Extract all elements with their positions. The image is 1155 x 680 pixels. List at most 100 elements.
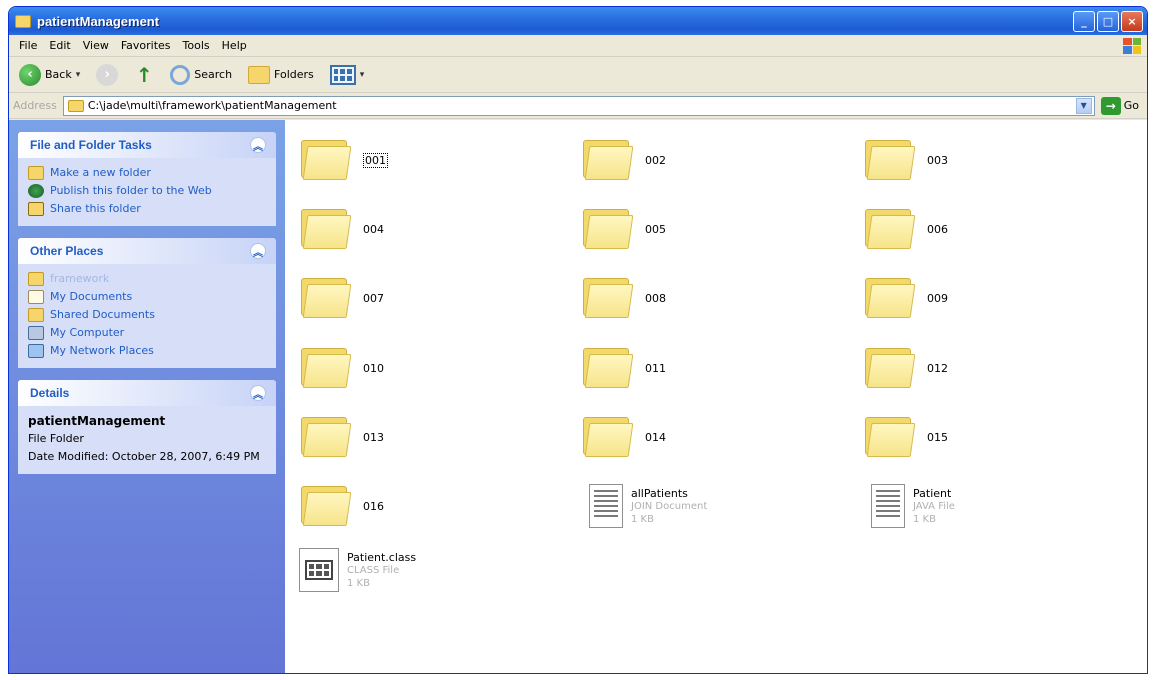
file-item[interactable]: allPatients JOIN Document 1 KB bbox=[583, 476, 843, 536]
file-type: JOIN Document bbox=[631, 500, 708, 512]
folder-label: 013 bbox=[363, 430, 384, 444]
menu-favorites[interactable]: Favorites bbox=[115, 37, 177, 54]
folder-icon bbox=[865, 417, 916, 457]
folders-button[interactable]: Folders bbox=[242, 64, 320, 86]
up-button[interactable]: ↑ bbox=[128, 62, 160, 88]
file-size: 1 KB bbox=[913, 513, 936, 525]
collapse-icon[interactable]: ︽ bbox=[250, 243, 266, 259]
folder-icon bbox=[301, 486, 352, 526]
share-folder-icon bbox=[28, 202, 44, 216]
place-shared-documents-link[interactable]: Shared Documents bbox=[28, 308, 266, 322]
folder-icon bbox=[28, 272, 44, 286]
folder-item[interactable]: 004 bbox=[301, 199, 561, 259]
menu-edit[interactable]: Edit bbox=[43, 37, 76, 54]
close-button[interactable]: × bbox=[1121, 10, 1143, 32]
place-my-computer-link[interactable]: My Computer bbox=[28, 326, 266, 340]
details-type: File Folder bbox=[28, 432, 84, 445]
back-button[interactable]: ‹ Back ▾ bbox=[13, 62, 86, 88]
details-modified: Date Modified: October 28, 2007, 6:49 PM bbox=[28, 450, 260, 463]
place-label: Shared Documents bbox=[50, 308, 155, 321]
folder-icon bbox=[301, 348, 352, 388]
folder-icon bbox=[28, 308, 44, 322]
folder-item[interactable]: 015 bbox=[865, 407, 1125, 467]
folder-label: 012 bbox=[927, 361, 948, 375]
folder-item[interactable]: 011 bbox=[583, 338, 843, 398]
chevron-down-icon[interactable]: ▾ bbox=[76, 70, 81, 80]
collapse-icon[interactable]: ︽ bbox=[250, 385, 266, 401]
minimize-button[interactable]: _ bbox=[1073, 10, 1095, 32]
maximize-button[interactable]: □ bbox=[1097, 10, 1119, 32]
folder-item[interactable]: 008 bbox=[583, 268, 843, 328]
folder-label: 014 bbox=[645, 430, 666, 444]
address-input[interactable]: C:\jade\multi\framework\patientManagemen… bbox=[62, 95, 1095, 116]
search-button[interactable]: Search bbox=[164, 63, 238, 87]
folder-icon bbox=[865, 348, 916, 388]
address-label: Address bbox=[13, 99, 57, 112]
folder-item[interactable]: 009 bbox=[865, 268, 1125, 328]
go-button[interactable]: → Go bbox=[1100, 96, 1139, 115]
publish-folder-link[interactable]: Publish this folder to the Web bbox=[28, 184, 266, 198]
forward-arrow-icon: › bbox=[96, 63, 119, 86]
folder-label: 010 bbox=[363, 361, 384, 375]
folder-icon bbox=[15, 14, 31, 28]
menu-tools[interactable]: Tools bbox=[177, 37, 216, 54]
task-pane: File and Folder Tasks ︽ Make a new folde… bbox=[9, 120, 285, 673]
title-bar[interactable]: patientManagement _ □ × bbox=[9, 7, 1147, 35]
folder-item[interactable]: 002 bbox=[583, 130, 843, 190]
folder-label: 015 bbox=[927, 430, 948, 444]
folder-item[interactable]: 006 bbox=[865, 199, 1125, 259]
folder-label: 002 bbox=[645, 153, 666, 167]
share-folder-link[interactable]: Share this folder bbox=[28, 202, 266, 216]
file-name: Patient.class bbox=[347, 550, 417, 564]
folder-icon bbox=[583, 278, 634, 318]
folder-item[interactable]: 014 bbox=[583, 407, 843, 467]
menu-view[interactable]: View bbox=[77, 37, 115, 54]
panel-header[interactable]: Details ︽ bbox=[18, 380, 276, 406]
menu-file[interactable]: File bbox=[13, 37, 43, 54]
panel-title: Details bbox=[30, 386, 70, 400]
file-item[interactable]: Patient.class CLASS File 1 KB bbox=[297, 540, 557, 600]
folder-icon bbox=[301, 278, 352, 318]
folder-label: 011 bbox=[645, 361, 666, 375]
place-label: My Documents bbox=[50, 290, 133, 303]
folder-label: 008 bbox=[645, 291, 666, 305]
folder-item[interactable]: 005 bbox=[583, 199, 843, 259]
panel-title: File and Folder Tasks bbox=[30, 138, 152, 152]
place-label: My Computer bbox=[50, 326, 125, 339]
address-bar: Address C:\jade\multi\framework\patientM… bbox=[9, 93, 1147, 119]
folder-item[interactable]: 007 bbox=[301, 268, 561, 328]
folder-icon bbox=[301, 417, 352, 457]
folder-icon bbox=[583, 140, 634, 180]
folder-label: 004 bbox=[363, 222, 384, 236]
folder-icon bbox=[301, 209, 352, 249]
folder-item[interactable]: 012 bbox=[865, 338, 1125, 398]
file-item[interactable]: Patient JAVA File 1 KB bbox=[865, 476, 1125, 536]
folder-item[interactable]: 010 bbox=[301, 338, 561, 398]
folder-item[interactable]: 001 bbox=[301, 130, 561, 190]
panel-header[interactable]: Other Places ︽ bbox=[18, 238, 276, 264]
address-dropdown-button[interactable]: ▼ bbox=[1075, 97, 1092, 114]
folder-label: 003 bbox=[927, 153, 948, 167]
folder-item[interactable]: 013 bbox=[301, 407, 561, 467]
make-new-folder-link[interactable]: Make a new folder bbox=[28, 166, 266, 180]
documents-icon bbox=[28, 290, 44, 304]
folder-icon bbox=[301, 140, 352, 180]
panel-header[interactable]: File and Folder Tasks ︽ bbox=[18, 132, 276, 158]
chevron-down-icon: ▾ bbox=[359, 69, 365, 80]
windows-logo-icon bbox=[1123, 37, 1141, 54]
forward-button[interactable]: › bbox=[90, 62, 124, 88]
place-my-documents-link[interactable]: My Documents bbox=[28, 290, 266, 304]
folder-item[interactable]: 016 bbox=[301, 476, 561, 536]
place-label: framework bbox=[50, 272, 110, 285]
collapse-icon[interactable]: ︽ bbox=[250, 137, 266, 153]
task-label: Make a new folder bbox=[50, 166, 151, 179]
menu-help[interactable]: Help bbox=[216, 37, 253, 54]
place-my-network-places-link[interactable]: My Network Places bbox=[28, 344, 266, 358]
search-label: Search bbox=[194, 68, 233, 81]
views-button[interactable]: ▾ bbox=[324, 63, 371, 87]
folder-item[interactable]: 003 bbox=[865, 130, 1125, 190]
panel-title: Other Places bbox=[30, 244, 104, 258]
menu-bar: File Edit View Favorites Tools Help bbox=[9, 35, 1147, 57]
place-framework-link[interactable]: framework bbox=[28, 272, 266, 286]
folder-icon bbox=[865, 140, 916, 180]
